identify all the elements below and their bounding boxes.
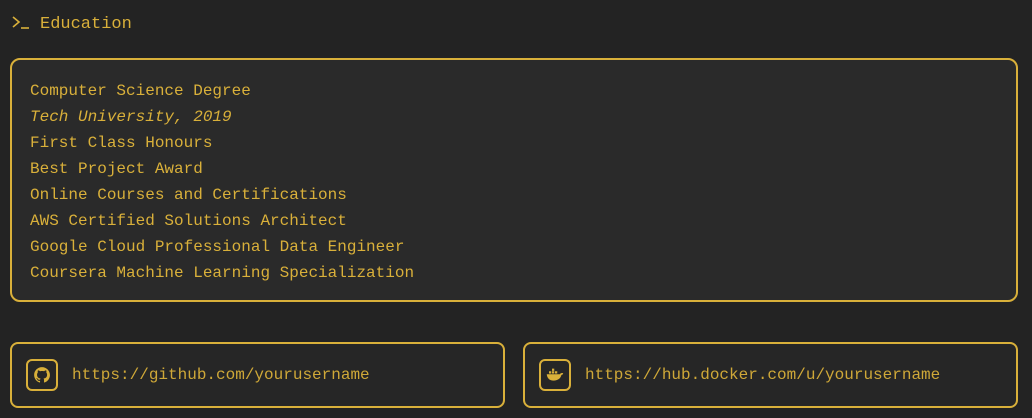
- certifications-heading: Online Courses and Certifications: [30, 186, 347, 204]
- degree-award: Best Project Award: [30, 160, 203, 178]
- docker-link[interactable]: https://hub.docker.com/u/yourusername: [523, 342, 1018, 408]
- certification-coursera: Coursera Machine Learning Specialization: [30, 264, 415, 282]
- github-link[interactable]: https://github.com/yourusername: [10, 342, 505, 408]
- terminal-prompt-icon: [12, 14, 30, 35]
- section-header: Education: [12, 12, 132, 36]
- github-icon: [26, 359, 58, 391]
- certification-aws: AWS Certified Solutions Architect: [30, 212, 347, 230]
- github-url[interactable]: https://github.com/yourusername: [72, 366, 370, 384]
- page: Education Computer Science Degree Tech U…: [0, 0, 1032, 418]
- degree-institution: Tech University, 2019: [30, 108, 232, 126]
- docker-icon: [539, 359, 571, 391]
- degree-honours: First Class Honours: [30, 134, 213, 152]
- section-title: Education: [40, 14, 132, 34]
- degree-title: Computer Science Degree: [30, 82, 251, 100]
- certification-gcp: Google Cloud Professional Data Engineer: [30, 238, 405, 256]
- education-card: Computer Science Degree Tech University,…: [10, 58, 1018, 302]
- docker-url[interactable]: https://hub.docker.com/u/yourusername: [585, 366, 940, 384]
